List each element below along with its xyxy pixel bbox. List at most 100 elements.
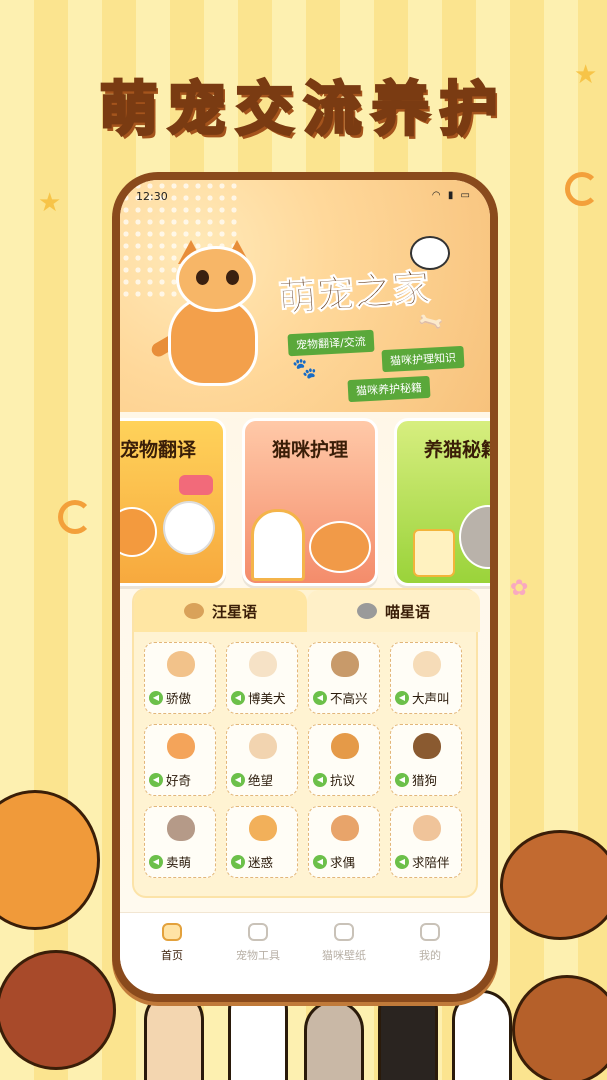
dog-face-icon: [413, 733, 441, 759]
sound-tile[interactable]: ◀ 求偶: [308, 806, 380, 878]
white-cat-illustration: [163, 501, 215, 555]
nav-label: 我的: [419, 949, 441, 962]
hero-tag: 宠物翻译/交流: [287, 329, 375, 357]
cat-icon: [356, 603, 377, 619]
tab-dog-language[interactable]: 汪星语: [134, 590, 307, 632]
status-bar: 12:30 ◠ ▮ ▭: [120, 180, 490, 208]
nav-pet-tools[interactable]: 宠物工具: [218, 923, 298, 963]
dog-face-icon: [249, 651, 277, 677]
swirl-decoration-icon: [565, 172, 599, 206]
dog-face-icon: [331, 733, 359, 759]
card-title: 宠物翻译: [120, 439, 196, 461]
dog-icon: [183, 603, 204, 619]
hero-banner: 🦴 萌宠之家 宠物翻译/交流 猫咪护理知识 猫咪养护秘籍 🐾: [120, 180, 490, 412]
sound-tile[interactable]: ◀ 卖萌: [144, 806, 216, 878]
dog-face-icon: [331, 651, 359, 677]
beagle-illustration: [500, 830, 607, 940]
fox-cat-illustration: [120, 507, 157, 557]
sound-label: 求偶: [330, 855, 356, 870]
dog-face-icon: [413, 651, 441, 677]
sound-label: 不高兴: [330, 691, 368, 706]
hero-tag: 猫咪养护秘籍: [347, 375, 431, 403]
speaker-icon: ◀: [395, 690, 409, 705]
card-title: 养猫秘籍: [423, 439, 490, 461]
nav-label: 宠物工具: [236, 949, 280, 962]
dog-face-icon: [167, 733, 195, 759]
sound-tile[interactable]: ◀ 绝望: [226, 724, 298, 796]
speaker-icon: ◀: [231, 854, 245, 869]
paw-illustration: [304, 1000, 364, 1080]
nav-cat-wallpaper[interactable]: 猫咪壁纸: [304, 923, 384, 963]
profile-icon: [420, 923, 440, 941]
tab-label: 喵星语: [384, 602, 430, 621]
card-title: 猫咪护理: [271, 439, 348, 461]
dog-face-icon: [167, 815, 195, 841]
nav-profile[interactable]: 我的: [390, 923, 470, 963]
cat-food-bag-illustration: [413, 529, 455, 577]
sound-label: 求陪伴: [412, 855, 450, 870]
gray-cat-illustration: [459, 505, 490, 569]
speaker-icon: ◀: [149, 690, 163, 705]
sound-tile[interactable]: ◀ 博美犬: [226, 642, 298, 714]
tools-icon: [248, 923, 268, 941]
sound-label: 绝望: [248, 773, 274, 788]
status-time: 12:30: [136, 190, 168, 203]
card-cat-care[interactable]: 猫咪护理: [242, 418, 378, 586]
status-icons: ◠ ▮ ▭: [432, 190, 472, 201]
speaker-icon: ◀: [231, 772, 245, 787]
language-tabs: 汪星语 喵星语: [134, 590, 480, 632]
star-decoration-icon: ★: [574, 60, 598, 90]
sound-tile[interactable]: ◀ 骄傲: [144, 642, 216, 714]
promo-title: 萌宠交流养护: [98, 74, 508, 145]
dog-face-icon: [249, 815, 277, 841]
star-decoration-icon: ★: [38, 188, 62, 218]
paw-illustration: [144, 990, 204, 1080]
sound-tile[interactable]: ◀ 抗议: [308, 724, 380, 796]
sound-tile[interactable]: ◀ 好奇: [144, 724, 216, 796]
hero-cat-illustration: [149, 240, 268, 390]
dog-face-icon: [249, 733, 277, 759]
pet-house-illustration: [251, 509, 305, 581]
paw-icon: 🐾: [292, 356, 317, 380]
nav-home[interactable]: 首页: [132, 923, 212, 963]
sound-tile[interactable]: ◀ 不高兴: [308, 642, 380, 714]
sound-tile[interactable]: ◀ 求陪伴: [390, 806, 462, 878]
app-screen: 🦴 萌宠之家 宠物翻译/交流 猫咪护理知识 猫咪养护秘籍 🐾 12:30 ◠ ▮…: [120, 180, 490, 994]
tab-label: 汪星语: [211, 602, 257, 621]
sound-label: 猎狗: [412, 773, 438, 788]
tab-cat-language[interactable]: 喵星语: [307, 590, 480, 632]
chat-bubble-icon: [179, 475, 213, 495]
phone-frame: 🦴 萌宠之家 宠物翻译/交流 猫咪护理知识 猫咪养护秘籍 🐾 12:30 ◠ ▮…: [112, 172, 498, 1002]
feature-cards: 宠物翻译 猫咪护理 养猫秘籍: [120, 418, 490, 588]
speaker-icon: ◀: [231, 690, 245, 705]
sound-tile[interactable]: ◀ 猎狗: [390, 724, 462, 796]
orange-cat-illustration: [0, 790, 100, 930]
sound-label: 抗议: [330, 773, 356, 788]
speaker-icon: ◀: [313, 690, 327, 705]
card-cat-secrets[interactable]: 养猫秘籍: [394, 418, 490, 586]
nav-label: 猫咪壁纸: [322, 949, 366, 962]
signal-icon: ▮: [447, 190, 456, 201]
tabby-cat-illustration: [309, 521, 371, 573]
bottom-nav: 首页 宠物工具 猫咪壁纸 我的: [120, 912, 490, 994]
wifi-icon: ◠: [431, 190, 443, 201]
sound-grid: ◀ 骄傲 ◀ 博美犬 ◀ 不高兴 ◀ 大声叫 ◀ 好奇 ◀ 绝望 ◀ 抗议 ◀ 猎狗 ◀ 卖萌 ◀…: [144, 642, 470, 892]
sound-label: 博美犬: [248, 691, 286, 706]
speaker-icon: ◀: [149, 772, 163, 787]
sound-label: 大声叫: [412, 691, 450, 706]
poodle-illustration: [0, 950, 116, 1070]
sound-tile[interactable]: ◀ 大声叫: [390, 642, 462, 714]
card-pet-translate[interactable]: 宠物翻译: [120, 418, 226, 586]
sound-tile[interactable]: ◀ 迷惑: [226, 806, 298, 878]
speaker-icon: ◀: [313, 854, 327, 869]
cat-wallpaper-icon: [334, 923, 354, 941]
sound-label: 卖萌: [166, 855, 192, 870]
swirl-decoration-icon: [58, 500, 92, 534]
pet-language-section: 汪星语 喵星语 ◀ 骄傲 ◀ 博美犬 ◀ 不高兴 ◀ 大声叫 ◀ 好奇 ◀ 绝望 ◀ 抗议 ◀…: [132, 588, 480, 898]
dog-face-icon: [413, 815, 441, 841]
sound-label: 迷惑: [248, 855, 274, 870]
home-icon: [162, 923, 182, 941]
dog-face-icon: [167, 651, 195, 677]
speaker-icon: ◀: [149, 854, 163, 869]
nav-label: 首页: [161, 949, 183, 962]
